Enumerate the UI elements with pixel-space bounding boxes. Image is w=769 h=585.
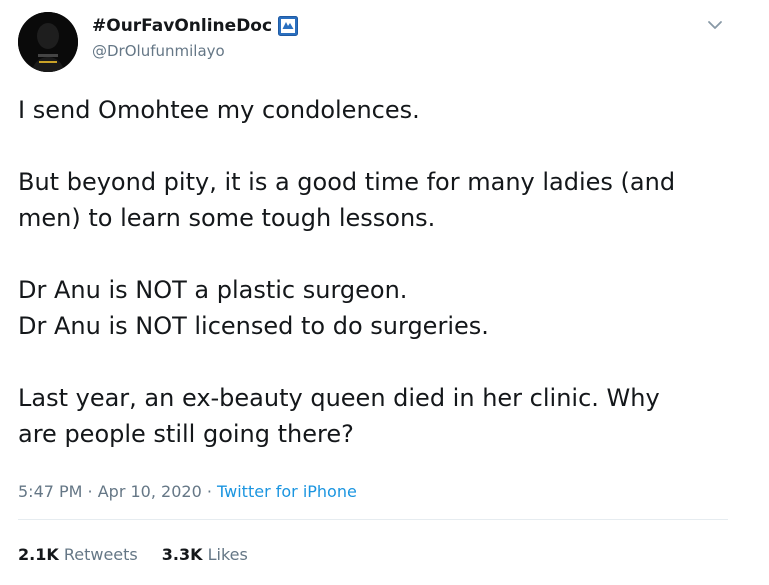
author-display-name[interactable]: #OurFavOnlineDoc xyxy=(92,16,272,36)
retweets-label: Retweets xyxy=(63,545,138,564)
meta-separator: · xyxy=(201,482,218,501)
tweet-line: are people still going there? xyxy=(18,420,354,448)
sign-badge-icon xyxy=(278,16,299,36)
divider xyxy=(18,519,728,520)
meta-separator: · xyxy=(82,482,98,501)
tweet-paragraph: Dr Anu is NOT a plastic surgeon. Dr Anu … xyxy=(18,272,738,344)
tweet-meta: 5:47 PM · Apr 10, 2020 · Twitter for iPh… xyxy=(18,482,357,502)
tweet-line: Last year, an ex-beauty queen died in he… xyxy=(18,384,660,412)
tweet-stats: 2.1K Retweets 3.3K Likes xyxy=(18,544,248,566)
author-handle[interactable]: @DrOlufunmilayo xyxy=(92,41,225,61)
tweet-line: Dr Anu is NOT a plastic surgeon. xyxy=(18,276,408,304)
tweet-line: I send Omohtee my condolences. xyxy=(18,96,420,124)
tweet-line: But beyond pity, it is a good time for m… xyxy=(18,168,676,196)
tweet-line: men) to learn some tough lessons. xyxy=(18,204,436,232)
avatar[interactable] xyxy=(18,12,78,72)
likes-stat[interactable]: 3.3K Likes xyxy=(162,544,248,566)
profile-avatar-image xyxy=(18,12,78,72)
likes-count: 3.3K xyxy=(161,545,203,564)
chevron-down-icon[interactable] xyxy=(704,14,726,36)
author-name-row: #OurFavOnlineDoc xyxy=(92,16,299,36)
tweet-source-link[interactable]: Twitter for iPhone xyxy=(217,482,357,501)
tweet-paragraph: But beyond pity, it is a good time for m… xyxy=(18,164,738,236)
tweet-line: Dr Anu is NOT licensed to do surgeries. xyxy=(18,312,489,340)
retweets-count: 2.1K xyxy=(18,545,59,564)
tweet-paragraph: Last year, an ex-beauty queen died in he… xyxy=(18,380,738,452)
tweet-date[interactable]: Apr 10, 2020 xyxy=(98,482,202,501)
tweet-card: #OurFavOnlineDoc @DrOlufunmilayo I send … xyxy=(0,0,769,585)
likes-label: Likes xyxy=(207,545,248,564)
tweet-paragraph: I send Omohtee my condolences. xyxy=(18,92,738,128)
retweets-stat[interactable]: 2.1K Retweets xyxy=(18,544,138,566)
tweet-text: I send Omohtee my condolences. But beyon… xyxy=(18,92,738,452)
tweet-time[interactable]: 5:47 PM xyxy=(18,482,82,501)
